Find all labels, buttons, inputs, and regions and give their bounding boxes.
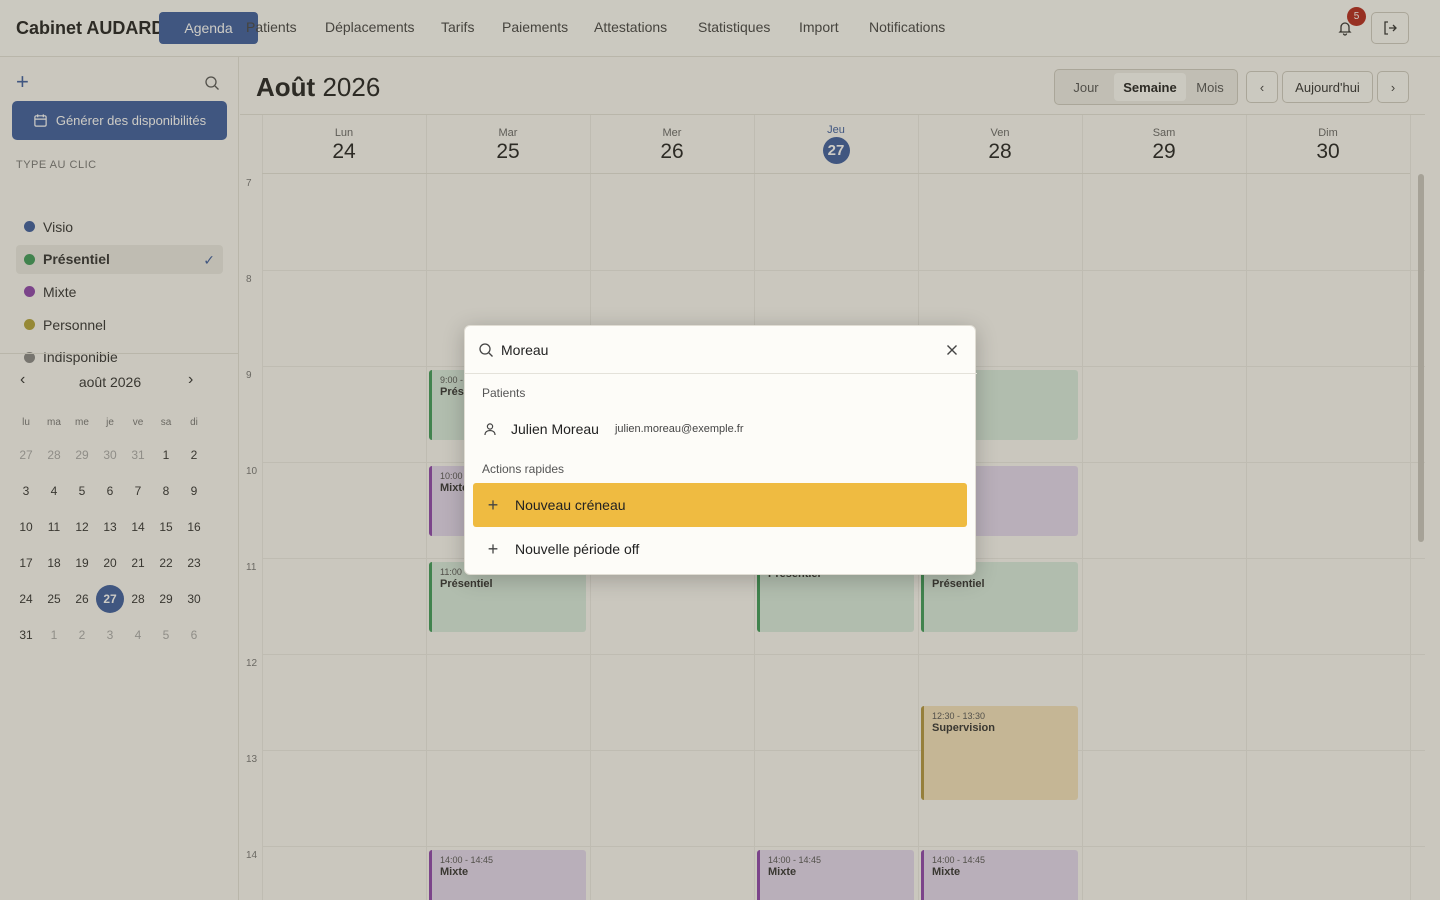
actions-section-title: Actions rapides xyxy=(482,462,565,476)
patient-result[interactable]: Julien Moreau julien.moreau@exemple.fr xyxy=(473,410,967,448)
new-slot-action[interactable]: + Nouveau créneau xyxy=(473,483,967,527)
patients-section-title: Patients xyxy=(482,386,526,400)
palette-search-bar xyxy=(465,326,977,374)
patient-name: Julien Moreau xyxy=(511,421,599,437)
search-icon xyxy=(479,343,493,357)
new-off-period-action[interactable]: + Nouvelle période off xyxy=(473,527,967,571)
plus-icon: + xyxy=(487,538,499,559)
user-icon xyxy=(484,423,496,436)
plus-icon: + xyxy=(487,494,499,515)
close-icon[interactable] xyxy=(943,341,961,359)
new-off-period-label: Nouvelle période off xyxy=(515,541,640,557)
palette-search-input[interactable] xyxy=(501,338,921,362)
command-palette: Patients Julien Moreau julien.moreau@exe… xyxy=(464,325,977,575)
patient-email: julien.moreau@exemple.fr xyxy=(614,423,744,435)
new-slot-label: Nouveau créneau xyxy=(515,497,626,513)
